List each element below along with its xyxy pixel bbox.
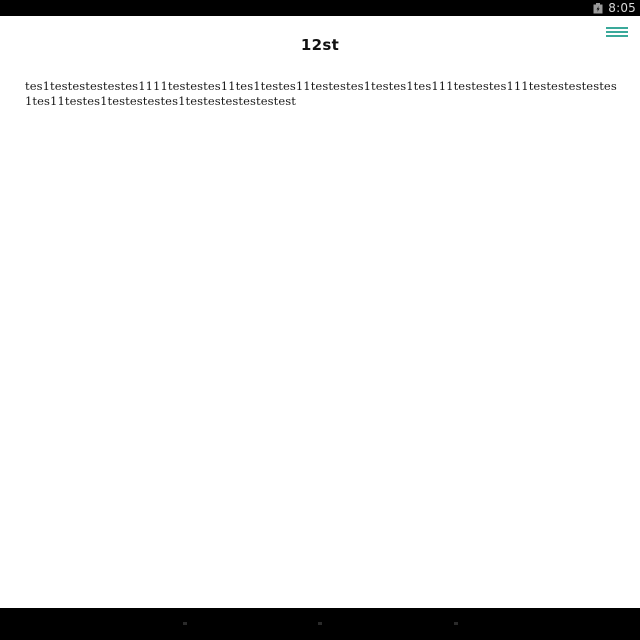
status-bar: 8:05 [0, 0, 640, 16]
navigation-bar [0, 608, 640, 640]
page-title: 12st [300, 36, 340, 54]
hamburger-menu-icon[interactable] [606, 26, 628, 38]
content-area: tes1testestestestes1111testestes11tes1te… [25, 79, 617, 109]
status-time: 8:05 [608, 1, 636, 15]
app-header: 12st [0, 16, 640, 72]
menu-bar-bottom [606, 35, 628, 37]
home-icon[interactable] [318, 622, 322, 625]
back-icon[interactable] [183, 622, 187, 625]
menu-bar-top [606, 27, 628, 29]
status-indicators: 8:05 [593, 0, 636, 16]
recents-icon[interactable] [454, 622, 458, 625]
battery-icon [593, 2, 603, 14]
app-screen: 8:05 12st tes1testestestestes1111testest… [0, 0, 640, 640]
body-text: tes1testestestestes1111testestes11tes1te… [25, 79, 617, 108]
menu-bar-middle [606, 31, 628, 33]
